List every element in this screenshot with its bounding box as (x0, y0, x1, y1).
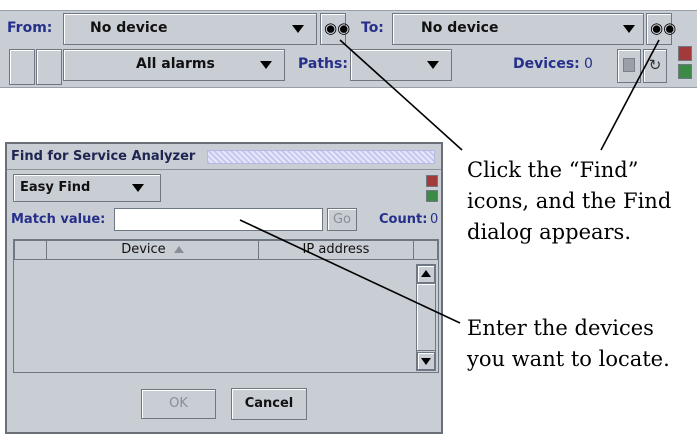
callout-line-find-to (600, 39, 660, 151)
callout-line-match (239, 219, 461, 324)
callout-find: Click the “Find” icons, and the Find dia… (467, 158, 672, 244)
callout-devices: Enter the devices you want to locate. (467, 316, 670, 371)
callout-line-find-from (339, 39, 463, 151)
